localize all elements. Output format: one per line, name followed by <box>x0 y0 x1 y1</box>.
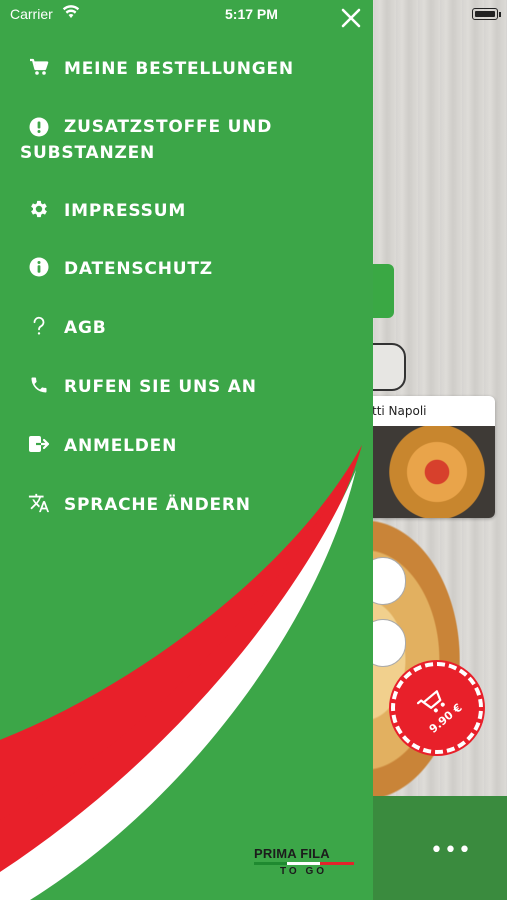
cart-total-button[interactable]: 9.90 € <box>391 662 483 754</box>
status-time: 5:17 PM <box>225 6 278 22</box>
status-bar: Carrier 5:17 PM <box>0 0 507 30</box>
carrier-label: Carrier <box>10 6 53 22</box>
menu-item-label: ZUSATZSTOFFE UND SUBSTANZEN <box>20 117 273 163</box>
menu-item-login[interactable]: ANMELDEN <box>0 433 373 492</box>
menu-item-label: SPRACHE ÄNDERN <box>64 495 251 515</box>
logo-stripe <box>254 862 354 865</box>
product-card-title: tti Napoli <box>372 404 427 418</box>
ellipsis-icon[interactable]: ••• <box>430 838 472 863</box>
menu-item-imprint[interactable]: IMPRESSUM <box>0 198 373 256</box>
menu-item-label: AGB <box>64 318 107 338</box>
brand-logo: PRIMA FILA TO GO <box>254 846 354 877</box>
menu-item-label: ANMELDEN <box>64 436 178 456</box>
side-drawer: MEINE BESTELLUNGEN ZUSATZSTOFFE UND SUBS… <box>0 0 373 900</box>
sign-in-icon <box>28 433 50 455</box>
translate-icon <box>28 492 50 514</box>
gear-icon <box>28 198 50 220</box>
info-circle-icon <box>28 256 50 278</box>
wifi-icon <box>62 5 80 18</box>
menu-item-label: RUFEN SIE UNS AN <box>64 377 257 397</box>
menu-item-label: MEINE BESTELLUNGEN <box>64 59 294 79</box>
logo-line2: TO GO <box>280 866 328 877</box>
drawer-menu: MEINE BESTELLUNGEN ZUSATZSTOFFE UND SUBS… <box>0 56 373 551</box>
menu-item-terms[interactable]: AGB <box>0 315 373 374</box>
menu-item-additives[interactable]: ZUSATZSTOFFE UND SUBSTANZEN <box>0 114 373 198</box>
battery-icon <box>472 8 501 20</box>
menu-item-change-language[interactable]: SPRACHE ÄNDERN <box>0 492 373 551</box>
menu-item-my-orders[interactable]: MEINE BESTELLUNGEN <box>0 56 373 114</box>
logo-line1: PRIMA FILA <box>254 846 330 861</box>
menu-item-label: IMPRESSUM <box>64 201 187 221</box>
menu-item-label: DATENSCHUTZ <box>64 259 213 279</box>
menu-item-privacy[interactable]: DATENSCHUTZ <box>0 256 373 315</box>
menu-item-call-us[interactable]: RUFEN SIE UNS AN <box>0 374 373 433</box>
question-icon <box>28 315 50 337</box>
phone-icon <box>28 374 50 396</box>
cart-icon <box>28 56 50 78</box>
